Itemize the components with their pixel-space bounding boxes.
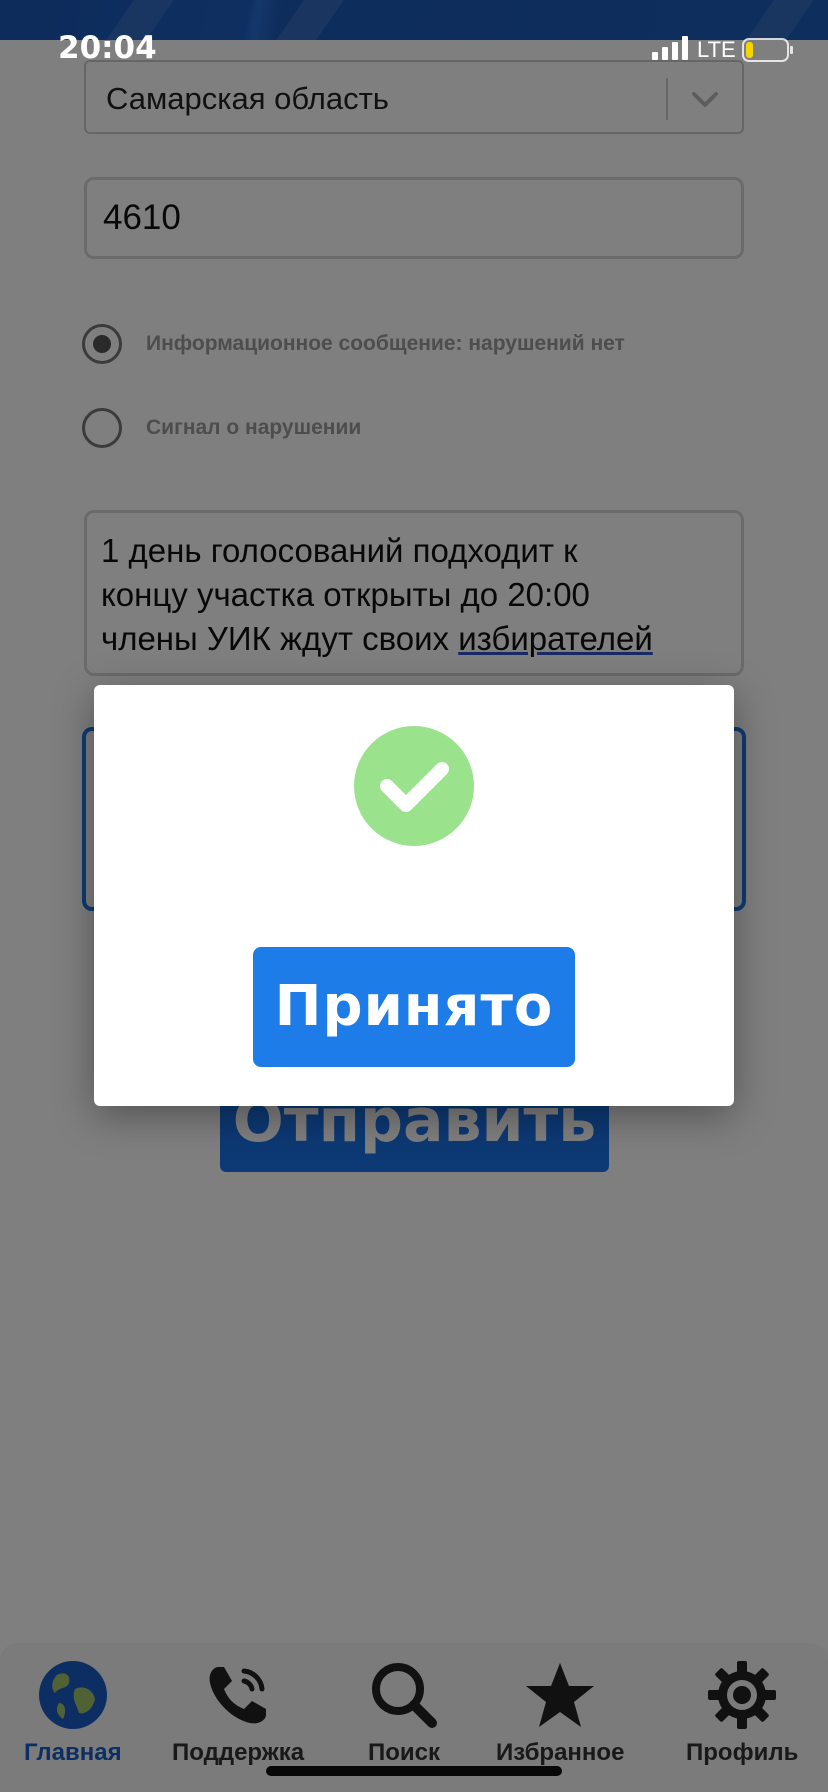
signal-icon — [652, 36, 688, 60]
success-dialog: Принято — [94, 685, 734, 1106]
status-bar: 20:04 LTE — [0, 0, 828, 66]
status-time: 20:04 — [58, 30, 157, 66]
success-check-icon — [354, 726, 474, 846]
network-type: LTE — [697, 37, 736, 62]
battery-icon — [742, 38, 793, 62]
accept-button[interactable]: Принято — [253, 947, 575, 1067]
